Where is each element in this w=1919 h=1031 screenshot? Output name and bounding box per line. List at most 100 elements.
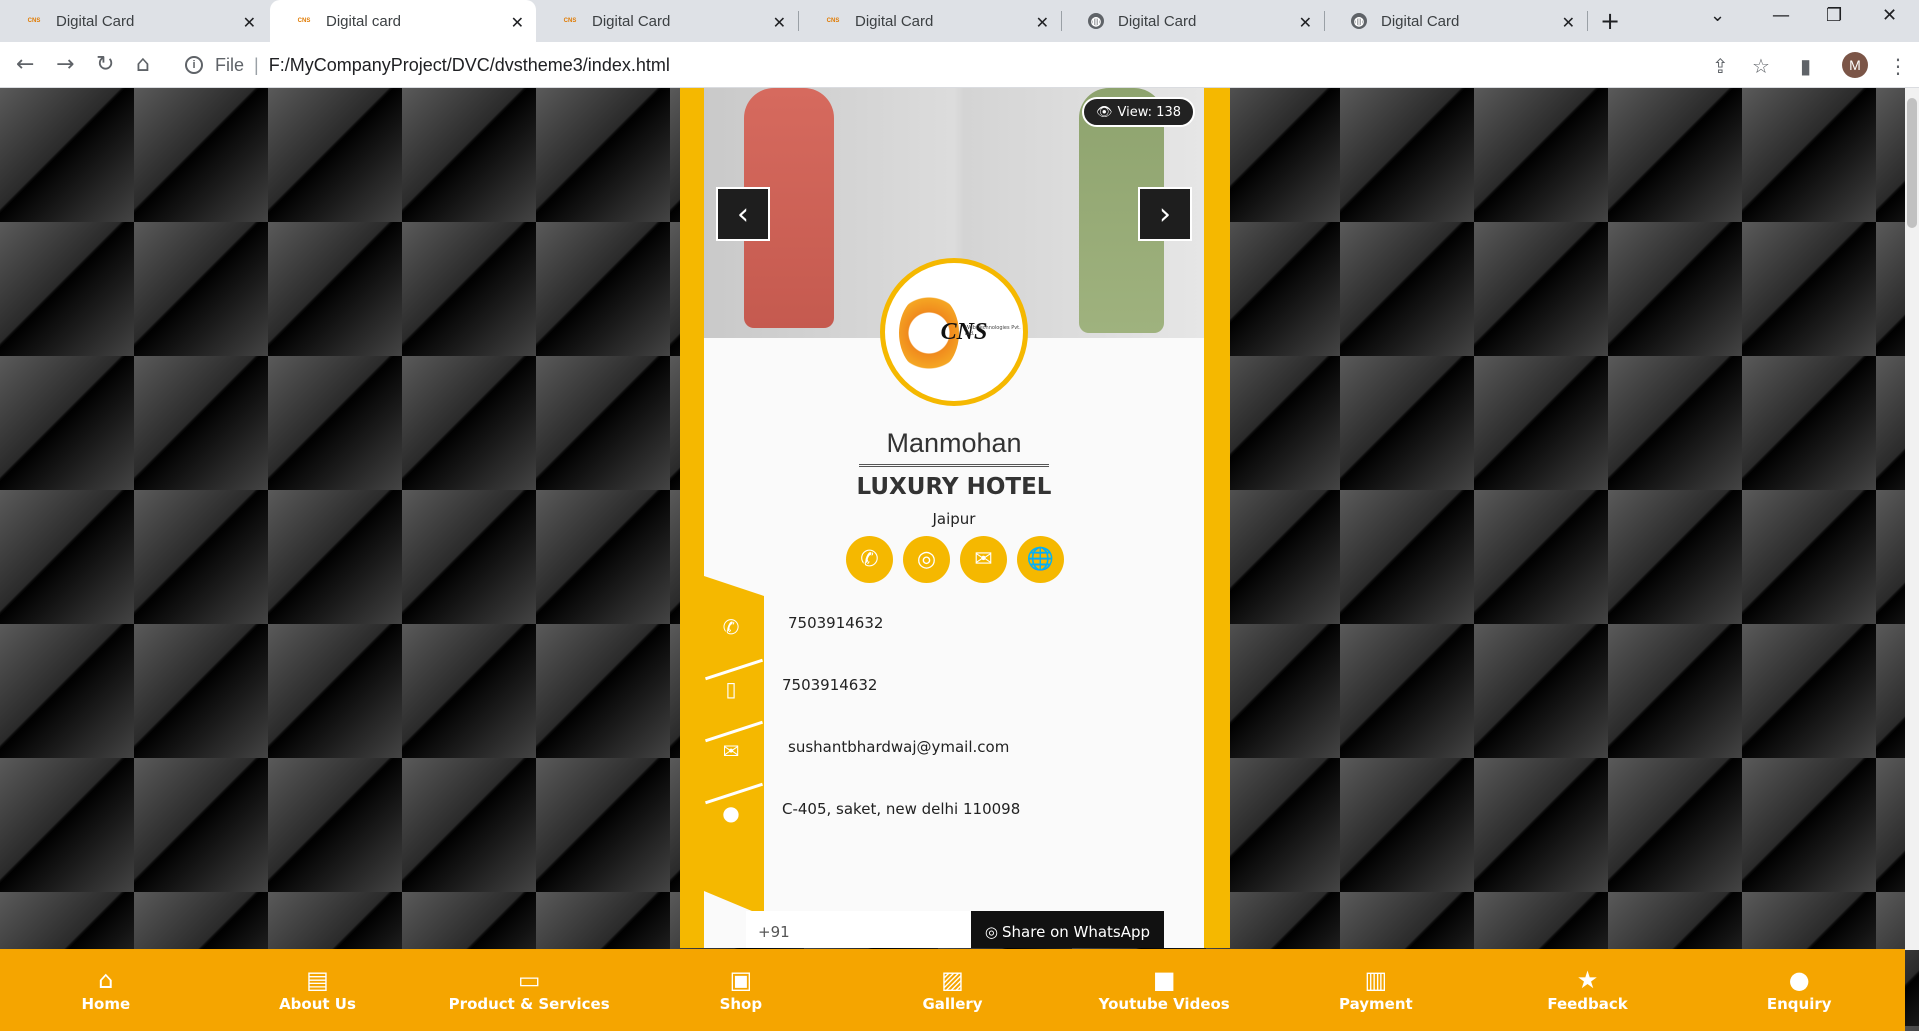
close-tab-icon[interactable]: ✕	[773, 13, 786, 33]
logo-subtext: Web Technologies Pvt. Ltd.	[965, 325, 1021, 337]
nav-label: Feedback	[1547, 995, 1628, 1013]
share-on-whatsapp-button[interactable]: ◎ Share on WhatsApp	[971, 911, 1164, 948]
whatsapp-icon: ◎	[916, 547, 937, 572]
cns-favicon-icon: CNS	[563, 18, 577, 24]
shop-icon: ▣	[729, 966, 753, 994]
browser-address-bar: ← → ↻ ⌂ i File | F:/MyCompanyProject/DVC…	[0, 42, 1919, 88]
card-frame: 👁 View: 138 ‹ › CNS Web Technologies Pvt…	[680, 88, 1230, 948]
nav-payment[interactable]: ▥ Payment	[1270, 949, 1482, 1031]
whatsapp-button[interactable]: ◎	[903, 536, 950, 583]
restore-icon[interactable]: ❐	[1826, 5, 1842, 26]
url-separator: |	[254, 54, 259, 75]
new-tab-plus-icon[interactable]: +	[1600, 7, 1620, 35]
envelope-icon: ✉	[722, 739, 740, 763]
slider-next-button[interactable]: ›	[1138, 187, 1192, 241]
nav-label: Enquiry	[1766, 995, 1832, 1013]
nav-home[interactable]: ⌂ Home	[0, 949, 212, 1031]
browser-tab[interactable]: CNS Digital Card ✕	[536, 0, 798, 42]
nav-label: Youtube Videos	[1098, 995, 1230, 1013]
nav-label: Payment	[1339, 995, 1413, 1013]
minimize-icon[interactable]: —	[1772, 5, 1790, 26]
contact-address[interactable]: C-405, saket, new delhi 110098	[782, 800, 1020, 818]
side-panel-icon[interactable]: ▮	[1800, 54, 1811, 78]
nav-shop[interactable]: ▣ Shop	[635, 949, 847, 1031]
scrollbar-thumb[interactable]	[1907, 98, 1917, 228]
close-window-icon[interactable]: ✕	[1882, 5, 1897, 26]
digital-card: 👁 View: 138 ‹ › CNS Web Technologies Pvt…	[704, 88, 1204, 948]
nav-feedback[interactable]: ★ Feedback	[1482, 949, 1694, 1031]
nav-label: Shop	[719, 995, 763, 1013]
browser-tab-bar: CNS Digital Card ✕ CNS Digital card ✕ CN…	[0, 0, 1919, 42]
nav-label: Home	[81, 995, 131, 1013]
tab-search-chevron-icon[interactable]: ⌄	[1710, 5, 1725, 26]
nav-label: Gallery	[922, 995, 983, 1013]
view-count-badge: 👁 View: 138	[1082, 97, 1195, 127]
browser-tab-active[interactable]: CNS Digital card ✕	[270, 0, 536, 42]
bookmark-star-icon[interactable]: ☆	[1752, 54, 1770, 78]
call-button[interactable]: ✆	[846, 536, 893, 583]
nav-label: About Us	[279, 995, 356, 1013]
phone-icon: ✆	[722, 615, 740, 639]
tab-title: Digital Card	[592, 12, 671, 30]
email-button[interactable]: ✉	[960, 536, 1007, 583]
whatsapp-share-row: ◎ Share on WhatsApp	[746, 911, 1164, 948]
globe-icon: ◍	[1351, 13, 1367, 29]
close-tab-icon[interactable]: ✕	[1299, 13, 1312, 33]
eye-icon: 👁	[1096, 104, 1113, 120]
globe-icon: ◍	[1088, 13, 1104, 29]
star-icon: ★	[1576, 966, 1599, 994]
page-background: 👁 View: 138 ‹ › CNS Web Technologies Pvt…	[0, 88, 1919, 1031]
nav-about-us[interactable]: ▤ About Us	[212, 949, 424, 1031]
back-arrow-icon[interactable]: ←	[16, 52, 34, 77]
slider-prev-button[interactable]: ‹	[716, 187, 770, 241]
whatsapp-number-input[interactable]	[746, 911, 971, 948]
close-tab-icon[interactable]: ✕	[511, 13, 524, 33]
browser-tab[interactable]: CNS Digital Card ✕	[799, 0, 1061, 42]
nav-gallery[interactable]: ▨ Gallery	[847, 949, 1059, 1031]
products-icon: ▭	[517, 966, 541, 994]
menu-kebab-icon[interactable]: ⋮	[1888, 54, 1908, 78]
location-pin-icon: ●	[722, 801, 740, 825]
profile-avatar[interactable]: M	[1842, 52, 1868, 78]
cns-favicon-icon: CNS	[27, 18, 41, 24]
contact-mobile[interactable]: 7503914632	[782, 676, 877, 694]
forward-arrow-icon[interactable]: →	[56, 52, 74, 77]
reload-icon[interactable]: ↻	[96, 52, 114, 77]
browser-tab[interactable]: ◍ Digital Card ✕	[1325, 0, 1587, 42]
tab-title: Digital Card	[56, 12, 135, 30]
tab-separator	[1587, 11, 1588, 31]
cns-favicon-icon: CNS	[826, 18, 840, 24]
nav-enquiry[interactable]: ● Enquiry	[1693, 949, 1905, 1031]
close-tab-icon[interactable]: ✕	[1562, 13, 1575, 33]
nav-youtube-videos[interactable]: ■ Youtube Videos	[1058, 949, 1270, 1031]
phone-icon: ✆	[860, 547, 879, 572]
nav-product-services[interactable]: ▭ Product & Services	[423, 949, 635, 1031]
briefcase-icon: ▤	[306, 966, 329, 994]
close-tab-icon[interactable]: ✕	[243, 13, 256, 33]
url-text: F:/MyCompanyProject/DVC/dvstheme3/index.…	[268, 54, 670, 75]
contact-email[interactable]: sushantbhardwaj@ymail.com	[788, 738, 1009, 756]
money-icon: ▥	[1364, 966, 1388, 994]
home-browser-icon[interactable]: ⌂	[136, 52, 150, 77]
url-scheme: File	[215, 54, 245, 75]
bottom-nav: ⌂ Home ▤ About Us ▭ Product & Services ▣…	[0, 949, 1905, 1031]
home-icon: ⌂	[98, 966, 114, 994]
close-tab-icon[interactable]: ✕	[1036, 13, 1049, 33]
contact-phone[interactable]: 7503914632	[788, 614, 883, 632]
envelope-icon: ✉	[974, 547, 993, 572]
tab-title: Digital card	[326, 12, 402, 30]
browser-tab[interactable]: CNS Digital Card ✕	[0, 0, 268, 42]
social-buttons: ✆ ◎ ✉ 🌐	[846, 536, 1064, 583]
gallery-icon: ▨	[941, 966, 964, 994]
website-button[interactable]: 🌐	[1017, 536, 1064, 583]
info-icon[interactable]: i	[185, 56, 203, 74]
share-page-icon[interactable]: ⇪	[1712, 54, 1729, 78]
browser-tab[interactable]: ◍ Digital Card ✕	[1062, 0, 1324, 42]
whatsapp-icon: ◎	[984, 923, 999, 941]
url-field[interactable]: i File | F:/MyCompanyProject/DVC/dvsthem…	[175, 49, 1695, 81]
cns-favicon-icon: CNS	[297, 18, 311, 24]
city-name: Jaipur	[932, 510, 976, 528]
tab-title: Digital Card	[1118, 12, 1197, 30]
tab-title: Digital Card	[1381, 12, 1460, 30]
company-name: LUXURY HOTEL	[856, 474, 1052, 500]
